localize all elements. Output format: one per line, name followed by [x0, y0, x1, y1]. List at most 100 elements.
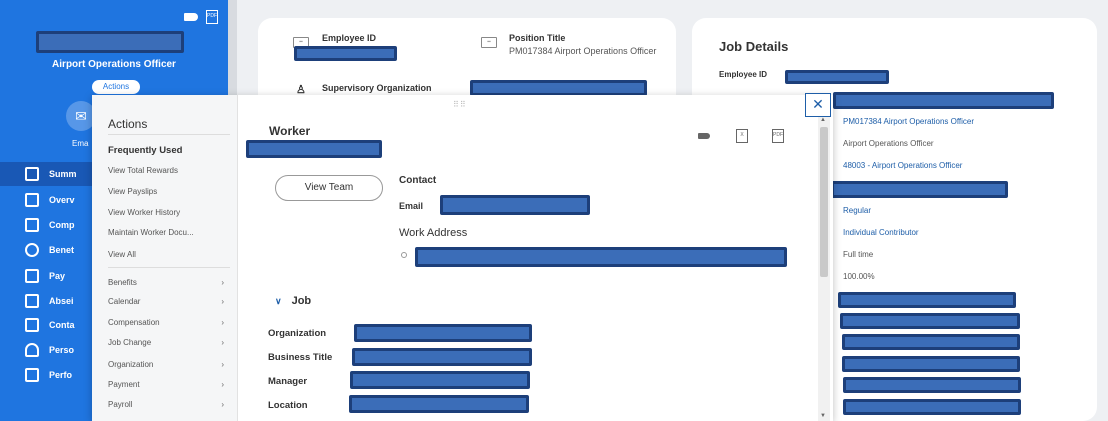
redacted-job-value — [842, 356, 1020, 372]
job-profile-link[interactable]: PM017384 Airport Operations Officer — [843, 117, 974, 126]
menu-item-organization[interactable]: Organization › — [108, 360, 230, 369]
redacted-work-address — [415, 247, 787, 267]
redacted-job-value — [840, 313, 1020, 329]
sidebar-item-performance[interactable]: Perfo — [0, 363, 92, 387]
redacted-worker-name — [36, 31, 184, 53]
sidebar-top-icons: PDF — [184, 10, 218, 24]
redacted-location — [349, 395, 529, 413]
actions-modal: Actions Frequently Used View Total Rewar… — [92, 95, 833, 421]
scroll-up-icon[interactable]: ▲ — [820, 117, 826, 123]
scroll-thumb[interactable] — [820, 127, 828, 277]
redacted-email — [440, 195, 590, 215]
actions-menu: Actions Frequently Used View Total Rewar… — [92, 95, 238, 421]
location-pin-icon — [401, 252, 407, 258]
redacted-job-value — [842, 334, 1020, 350]
email-label-short: Ema — [72, 139, 89, 148]
chevron-down-icon: ∨ — [275, 296, 282, 306]
redacted-organization — [354, 324, 532, 342]
tag-icon[interactable] — [698, 133, 710, 139]
business-title-value: Airport Operations Officer — [843, 139, 934, 148]
menu-divider — [108, 134, 230, 135]
menu-item-payment[interactable]: Payment › — [108, 380, 230, 389]
employee-id-label: Employee ID — [322, 33, 377, 43]
sidebar-item-contact[interactable]: Conta — [0, 313, 92, 337]
menu-item-view-worker-history[interactable]: View Worker History — [108, 208, 230, 217]
worker-type-link[interactable]: Regular — [843, 206, 871, 215]
sidebar-item-summary[interactable]: Summ — [0, 162, 92, 186]
menu-item-view-payslips[interactable]: View Payslips — [108, 187, 230, 196]
menu-item-compensation[interactable]: Compensation › — [108, 318, 230, 327]
benefits-shield-icon — [25, 243, 39, 257]
pdf-icon[interactable]: PDF — [772, 129, 784, 143]
redacted-business-title — [352, 348, 532, 366]
menu-item-job-change[interactable]: Job Change › — [108, 338, 230, 347]
fte-value: 100.00% — [843, 272, 875, 281]
actions-menu-heading: Actions — [108, 117, 148, 131]
job-employee-id-label: Employee ID — [719, 70, 768, 79]
contact-heading: Contact — [399, 175, 437, 186]
management-level-link[interactable]: Individual Contributor — [843, 228, 919, 237]
job-code-link[interactable]: 48003 - Airport Operations Officer — [843, 161, 962, 170]
redacted-employee-id — [294, 46, 397, 61]
menu-divider — [108, 267, 230, 268]
job-section-toggle[interactable]: ∨ Job — [275, 295, 311, 307]
job-details-title: Job Details — [719, 39, 789, 54]
sidebar-item-absence[interactable]: Absei — [0, 289, 92, 313]
redacted-manager — [350, 371, 530, 389]
drag-handle-icon[interactable]: ⠿⠿ — [453, 100, 467, 109]
modal-scrollbar[interactable]: ▲ ▼ — [818, 117, 830, 421]
chevron-right-icon: › — [221, 278, 224, 287]
sidebar-item-pay[interactable]: Pay — [0, 264, 92, 288]
redacted-job-value — [843, 377, 1021, 393]
position-title-value: PM017384 Airport Operations Officer — [509, 46, 657, 56]
menu-item-maintain-worker-docs[interactable]: Maintain Worker Docu... — [108, 228, 230, 237]
close-button[interactable]: ✕ — [805, 93, 831, 117]
menu-item-calendar[interactable]: Calendar › — [108, 297, 230, 306]
work-address-label: Work Address — [399, 227, 468, 239]
scroll-down-icon[interactable]: ▼ — [820, 413, 826, 419]
chevron-right-icon: › — [221, 297, 224, 306]
frequently-used-heading: Frequently Used — [108, 145, 183, 156]
contact-icon — [25, 318, 39, 332]
organization-label: Organization — [268, 328, 327, 339]
pdf-icon[interactable]: PDF — [206, 10, 218, 24]
menu-item-view-all[interactable]: View All — [108, 250, 230, 259]
menu-item-payroll[interactable]: Payroll › — [108, 400, 230, 409]
manager-label: Manager — [268, 376, 308, 387]
worker-job-title: Airport Operations Officer — [52, 59, 176, 70]
worker-detail-pane: ⠿⠿ Worker X PDF View Team Contact Email … — [238, 95, 818, 421]
location-label: Location — [268, 400, 308, 411]
chevron-right-icon: › — [221, 338, 224, 347]
menu-item-view-total-rewards[interactable]: View Total Rewards — [108, 166, 230, 175]
sidebar-item-overview[interactable]: Overv — [0, 188, 92, 212]
redacted-job-value — [838, 292, 1016, 308]
supervisory-org-label: Supervisory Organization — [322, 83, 432, 93]
chevron-right-icon: › — [221, 380, 224, 389]
wallet-icon — [25, 269, 39, 283]
worker-title: Worker — [269, 124, 311, 138]
sidebar-item-personal[interactable]: Perso — [0, 338, 92, 362]
email-label: Email — [399, 201, 424, 211]
export-excel-icon[interactable]: X — [736, 129, 748, 143]
tag-icon[interactable] — [184, 13, 198, 21]
calendar-icon — [25, 294, 39, 308]
person-icon — [25, 343, 39, 357]
position-title-label: Position Title — [509, 33, 566, 43]
sidebar-item-benefits[interactable]: Benet — [0, 238, 92, 262]
position-icon: ▪▪ — [481, 37, 497, 48]
business-title-label: Business Title — [268, 352, 333, 363]
view-team-button[interactable]: View Team — [275, 175, 383, 201]
compensation-chart-icon — [25, 218, 39, 232]
redacted-job-value — [831, 181, 1008, 198]
time-type-value: Full time — [843, 250, 874, 259]
redacted-job-value — [843, 399, 1021, 415]
redacted-worker-name — [246, 140, 382, 158]
menu-item-benefits[interactable]: Benefits › — [108, 278, 230, 287]
performance-chart-icon — [25, 368, 39, 382]
summary-grid-icon — [25, 167, 39, 181]
redacted-job-employee-id — [785, 70, 889, 84]
redacted-supervisory-org — [470, 80, 647, 96]
chevron-right-icon: › — [221, 400, 224, 409]
actions-button[interactable]: Actions — [92, 80, 140, 94]
sidebar-item-compensation[interactable]: Comp — [0, 213, 92, 237]
